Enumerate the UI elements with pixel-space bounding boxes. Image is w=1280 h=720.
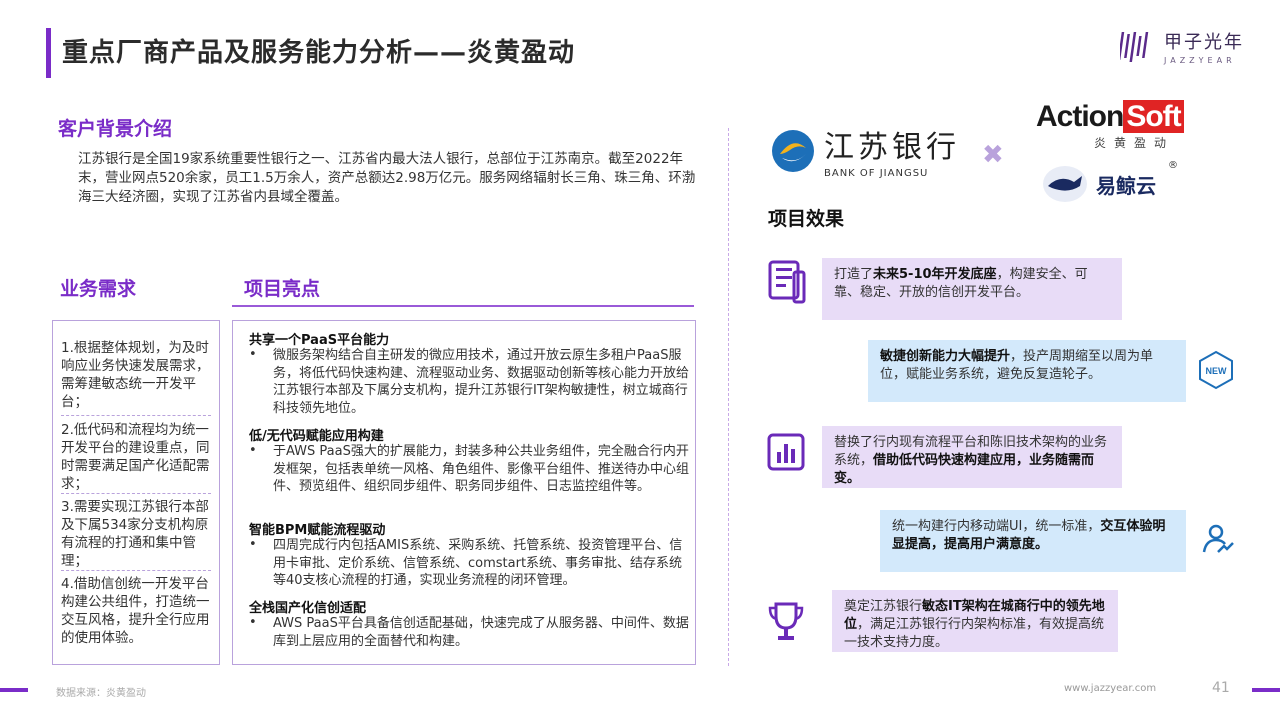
highlight-title-4: 全栈国产化信创适配 [249,601,367,616]
highlights-panel: 共享一个PaaS平台能力 • 微服务架构结合自主研发的微应用技术，通过开放云原生… [232,320,696,665]
effect-card-5: 奠定江苏银行敏态IT架构在城商行中的领先地位，满足江苏银行行内架构标准，有效提高… [832,590,1118,652]
highlight-body-2: 于AWS PaaS强大的扩展能力，封装多种公共业务组件，完全融合行内开发框架，包… [273,444,690,494]
effect-1-bold: 未来5-10年开发底座 [873,267,997,282]
bar-chart-icon [767,433,805,471]
bank-name-en: BANK OF JIANGSU [824,168,929,179]
yijingyun-logo: 易鲸云 [1042,164,1156,204]
actionsoft-subtitle: 炎黄盈动 [1094,136,1175,150]
footer-source: 数据来源：炎黄盈动 [56,688,146,699]
page-title: 重点厂商产品及服务能力分析——炎黄盈动 [62,38,576,68]
highlight-title-1: 共享一个PaaS平台能力 [249,333,390,348]
effect-5-post: ，满足江苏银行行内架构标准，有效提高统一技术支持力度。 [844,617,1105,650]
need-divider [61,415,211,416]
highlights-heading: 项目亮点 [244,278,321,300]
background-text: 江苏银行是全国19家系统重要性银行之一、江苏省内最大法人银行，总部位于江苏南京。… [78,151,696,205]
need-item-2: 2.低代码和流程均为统一开发平台的建设重点，同时需要满足国产化适配需求； [61,422,210,492]
highlight-title-2: 低/无代码赋能应用构建 [249,429,384,444]
footer-accent-left [0,688,28,692]
bullet: • [249,443,257,458]
highlights-underline [232,305,694,307]
footer-accent-right [1252,688,1280,692]
bank-name-cn: 江苏银行 [824,130,960,165]
effect-card-2: 敏捷创新能力大幅提升，投产周期缩至以周为单位，赋能业务系统，避免反复造轮子。 [868,340,1186,402]
document-list-icon [768,260,806,304]
highlight-body-1: 微服务架构结合自主研发的微应用技术，通过开放云原生多租户PaaS服务，将低代码快… [273,348,690,416]
vertical-divider [728,128,729,666]
effect-4-pre: 统一构建行内移动端UI，统一标准， [892,519,1101,534]
effect-2-bold: 敏捷创新能力大幅提升 [880,349,1011,364]
effect-3-bold: 借助低代码快速构建应用，业务随需而变。 [834,453,1095,486]
trophy-icon [768,602,804,640]
highlight-body-4: AWS PaaS平台具备信创适配基础，快速完成了从服务器、中间件、数据库到上层应… [273,616,689,649]
new-badge-text: NEW [1206,366,1228,376]
bullet: • [249,537,257,552]
need-item-3: 3.需要实现江苏银行本部及下属534家分支机构原有流程的打通和集中管理； [61,499,209,569]
needs-heading: 业务需求 [60,278,137,300]
logo-en-text: JAZZYEAR [1164,56,1236,65]
title-accent-bar [46,28,51,78]
jazzyear-mark-icon [1120,31,1149,62]
effect-card-1: 打造了未来5-10年开发底座，构建安全、可靠、稳定、开放的信创开发平台。 [822,258,1122,320]
bank-of-jiangsu-logo: 江苏银行 BANK OF JIANGSU [770,122,960,179]
jazzyear-logo: 甲子光年 JAZZYEAR [1120,28,1244,65]
effect-card-3: 替换了行内现有流程平台和陈旧技术架构的业务系统，借助低代码快速构建应用，业务随需… [822,426,1122,488]
effect-1-pre: 打造了 [834,267,874,282]
effect-card-4: 统一构建行内移动端UI，统一标准，交互体验明显提高，提高用户满意度。 [880,510,1186,572]
actionsoft-word-a: Action [1036,100,1124,133]
effects-heading: 项目效果 [768,208,845,230]
actionsoft-word-b: Soft [1123,100,1184,133]
effect-5-pre: 奠定江苏银行 [844,599,923,614]
logo-cn-text: 甲子光年 [1164,32,1244,53]
need-item-1: 1.根据整体规划，为及时响应业务快速发展需求，需筹建敏态统一开发平台； [61,340,210,410]
highlight-title-3: 智能BPM赋能流程驱动 [249,523,386,538]
needs-panel: 1.根据整体规划，为及时响应业务快速发展需求，需筹建敏态统一开发平台； 2.低代… [52,320,220,665]
registered-mark: ® [1168,160,1178,171]
whale-icon [1043,166,1087,202]
page-number: 41 [1212,680,1230,696]
user-growth-icon [1202,524,1234,553]
need-divider [61,570,211,571]
bullet: • [249,615,257,630]
actionsoft-logo: Action Soft 炎黄盈动 [1036,100,1184,151]
footer-url: www.jazzyear.com [1064,683,1157,694]
new-badge-icon: NEW [1199,350,1233,390]
bank-emblem-icon [772,129,814,172]
background-heading: 客户背景介绍 [58,118,173,140]
cross-icon: ✖ [982,140,1004,170]
highlight-body-3: 四周完成行内包括AMIS系统、采购系统、托管系统、投资管理平台、信用卡审批、定价… [273,538,683,588]
need-divider [61,493,211,494]
bullet: • [249,347,257,362]
need-item-4: 4.借助信创统一开发平台构建公共组件，打造统一交互风格，提升全行应用的使用体验。 [61,576,210,646]
yijingyun-text: 易鲸云 [1096,173,1156,198]
